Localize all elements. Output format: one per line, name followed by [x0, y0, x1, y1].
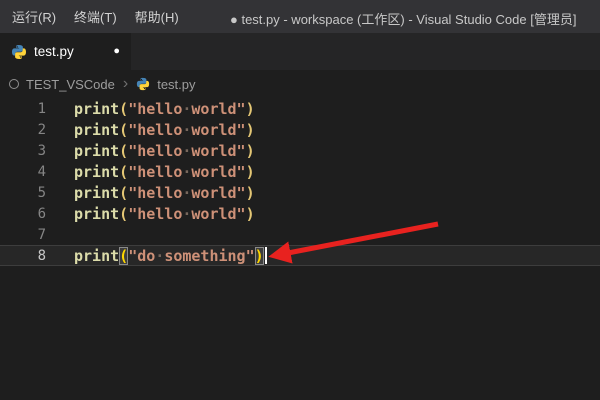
menu-run[interactable]: 运行(R): [3, 0, 65, 33]
code-line-6[interactable]: 6print("hello·world"): [0, 203, 600, 224]
token-fn: print: [74, 100, 119, 118]
menu-terminal[interactable]: 终端(T): [65, 0, 126, 33]
token-par: (: [119, 142, 128, 160]
line-number[interactable]: 1: [0, 101, 46, 117]
code-text: print("hello·world"): [46, 163, 255, 181]
token-par: ): [246, 142, 255, 160]
code-editor[interactable]: 1print("hello·world")2print("hello·world…: [0, 98, 600, 266]
token-str: "hello: [128, 121, 182, 139]
code-text: print("hello·world"): [46, 142, 255, 160]
breadcrumb-folder[interactable]: TEST_VSCode: [26, 77, 115, 92]
breadcrumb-file[interactable]: test.py: [157, 77, 195, 92]
code-line-4[interactable]: 4print("hello·world"): [0, 161, 600, 182]
token-str: "hello: [128, 205, 182, 223]
breadcrumb-symbol-icon: [9, 79, 19, 89]
code-text: print("hello·world"): [46, 205, 255, 223]
token-str: "hello: [128, 163, 182, 181]
python-icon: [11, 44, 27, 60]
token-par: (: [119, 205, 128, 223]
breadcrumb: TEST_VSCode › test.py: [0, 70, 600, 98]
token-parmatch: ): [255, 247, 264, 265]
code-text: print("hello·world"): [46, 184, 255, 202]
token-str: "hello: [128, 184, 182, 202]
token-fn: print: [74, 163, 119, 181]
code-text: print("hello·world"): [46, 100, 255, 118]
code-line-2[interactable]: 2print("hello·world"): [0, 119, 600, 140]
line-number[interactable]: 4: [0, 164, 46, 180]
title-bar: 运行(R) 终端(T) 帮助(H) ● test.py - workspace …: [0, 0, 600, 33]
menu-help[interactable]: 帮助(H): [126, 0, 188, 33]
code-line-5[interactable]: 5print("hello·world"): [0, 182, 600, 203]
token-str: world": [191, 205, 245, 223]
chevron-right-icon: ›: [123, 76, 128, 92]
token-par: (: [119, 100, 128, 118]
tab-test-py[interactable]: test.py ●: [0, 33, 131, 70]
token-par: ): [246, 163, 255, 181]
line-number[interactable]: 2: [0, 122, 46, 138]
line-number[interactable]: 8: [0, 248, 46, 264]
token-str: "hello: [128, 142, 182, 160]
line-number[interactable]: 5: [0, 185, 46, 201]
token-par: (: [119, 184, 128, 202]
token-str: world": [191, 184, 245, 202]
tab-bar: test.py ●: [0, 33, 600, 70]
token-par: ): [246, 184, 255, 202]
token-par: (: [119, 163, 128, 181]
token-str: "hello: [128, 100, 182, 118]
token-ws: ·: [155, 247, 164, 265]
token-fn: print: [74, 184, 119, 202]
modified-indicator[interactable]: ●: [113, 46, 120, 57]
line-number[interactable]: 7: [0, 227, 46, 243]
python-icon: [136, 77, 150, 91]
text-cursor: [265, 247, 267, 264]
line-number[interactable]: 6: [0, 206, 46, 222]
code-lines: 1print("hello·world")2print("hello·world…: [0, 98, 600, 266]
token-str: world": [191, 121, 245, 139]
token-fn: print: [74, 121, 119, 139]
token-parmatch: (: [119, 247, 128, 265]
tab-label: test.py: [34, 44, 74, 59]
line-number[interactable]: 3: [0, 143, 46, 159]
token-par: ): [246, 121, 255, 139]
token-str: something": [164, 247, 254, 265]
token-fn: print: [74, 142, 119, 160]
code-text: print("hello·world"): [46, 121, 255, 139]
token-fn: print: [74, 247, 119, 265]
token-par: ): [246, 100, 255, 118]
token-str: world": [191, 163, 245, 181]
code-line-7[interactable]: 7: [0, 224, 600, 245]
code-text: print("do·something"): [46, 247, 267, 265]
code-line-8[interactable]: 8print("do·something"): [0, 245, 600, 266]
code-line-3[interactable]: 3print("hello·world"): [0, 140, 600, 161]
token-fn: print: [74, 205, 119, 223]
token-str: world": [191, 100, 245, 118]
code-line-1[interactable]: 1print("hello·world"): [0, 98, 600, 119]
token-par: ): [246, 205, 255, 223]
token-str: "do: [128, 247, 155, 265]
token-str: world": [191, 142, 245, 160]
window-title: ● test.py - workspace (工作区) - Visual Stu…: [230, 9, 576, 28]
token-par: (: [119, 121, 128, 139]
